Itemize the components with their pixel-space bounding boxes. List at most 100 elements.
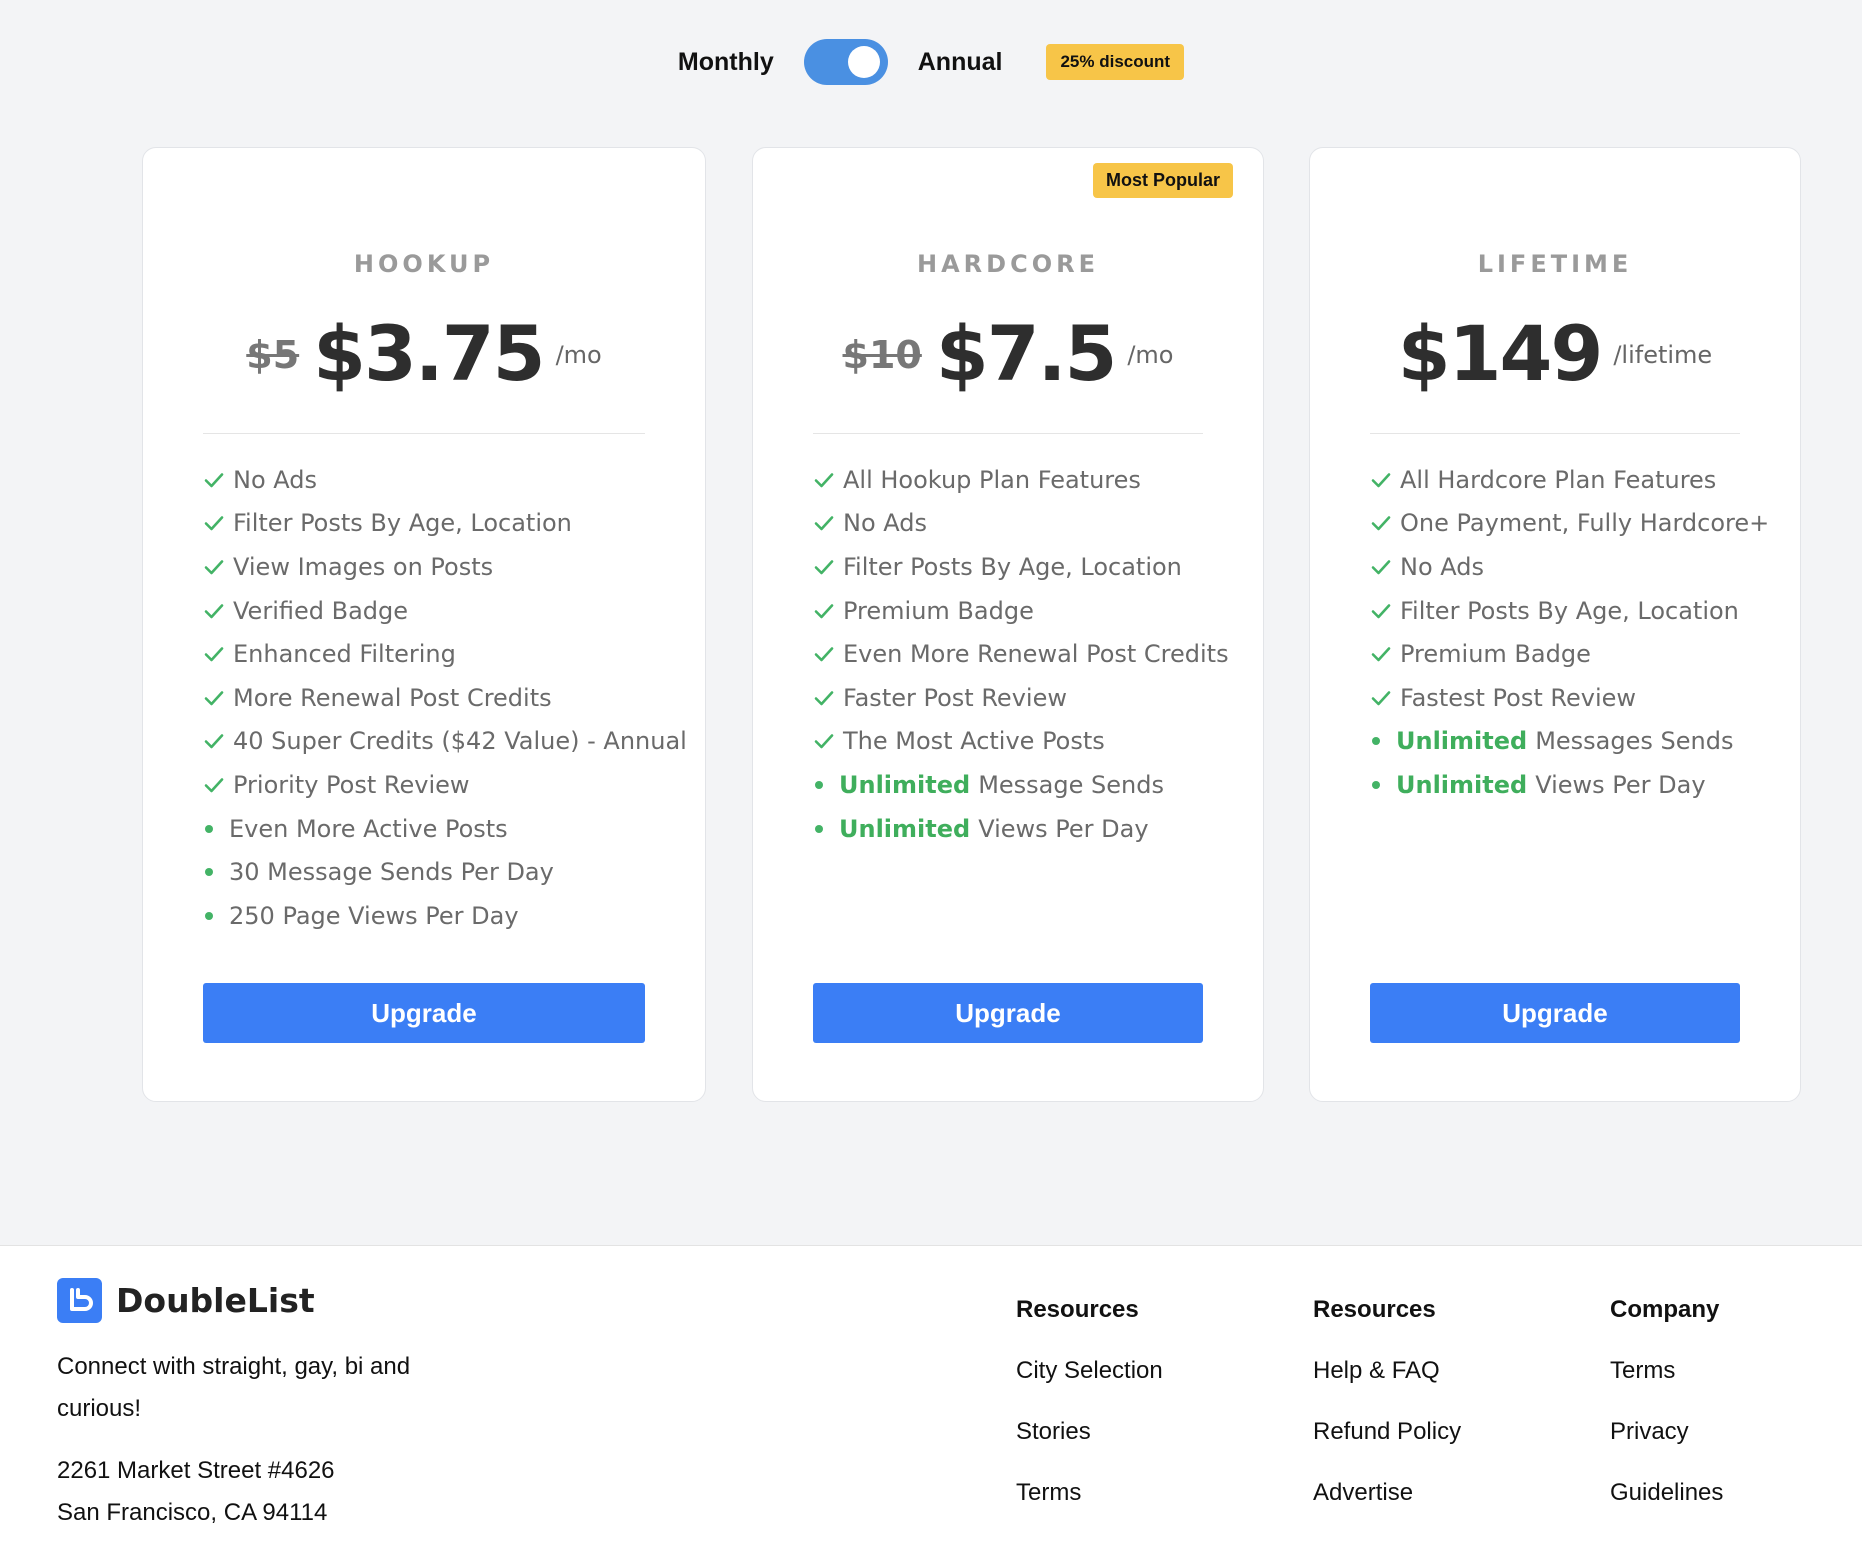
check-icon [814,560,834,575]
old-price: $10 [842,333,922,377]
dot-icon [815,824,823,833]
footer-tagline: Connect with straight, gay, bi and curio… [57,1353,411,1422]
feature-text: Even More Renewal Post Credits [843,640,1229,669]
check-icon [204,690,224,706]
feature-text: Message Sends [978,770,1164,799]
feature-list: All Hookup Plan Features No Ads Filter Pos… [813,458,1253,850]
footer-column-company: Company Terms Privacy Guidelines [1610,1296,1723,1540]
annual-label[interactable]: Annual [918,48,1003,77]
feature-highlight: Unlimited [839,770,971,799]
footer: DoubleList Connect with straight, gay, b… [0,1245,1862,1544]
divider [203,433,645,434]
dot-icon [815,780,823,789]
check-icon [1371,647,1391,662]
check-icon [814,472,834,488]
feature-item: No Ads [813,502,1253,546]
footer-column-resources: Resources City Selection Stories Terms [1016,1296,1163,1540]
price-period: /mo [555,341,602,369]
feature-text: 40 Super Credits ($42 Value) - Annual [233,727,687,756]
feature-text: More Renewal Post Credits [233,683,552,712]
feature-item: Faster Post Review [813,676,1253,720]
check-icon [204,472,224,488]
feature-item: Filter Posts By Age, Location [203,502,695,546]
price-row: $5 $3.75 /mo [143,308,705,398]
check-icon [204,603,224,618]
feature-item: 30 Message Sends Per Day [203,850,695,894]
feature-highlight: Unlimited [1396,727,1528,756]
feature-item: Fastest Post Review [1370,676,1790,720]
feature-text: Fastest Post Review [1400,683,1637,712]
divider [813,433,1203,434]
feature-item: Enhanced Filtering [203,632,695,676]
price: $3.75 [313,308,545,398]
address-line-2: San Francisco, CA 94114 [57,1499,328,1526]
feature-text: Enhanced Filtering [233,640,456,669]
footer-link-guidelines[interactable]: Guidelines [1610,1479,1723,1506]
feature-text: Verified Badge [233,596,409,625]
feature-item: All Hookup Plan Features [813,458,1253,502]
feature-highlight: Unlimited [1396,770,1528,799]
check-icon [204,734,224,749]
most-popular-badge: Most Popular [1092,163,1233,198]
plan-card-lifetime: LIFETIME $149 /lifetime All Hardcore Pla… [1309,147,1801,1102]
feature-item: The Most Active Posts [813,720,1253,764]
feature-item: Premium Badge [1370,632,1790,676]
feature-text: No Ads [843,509,927,538]
divider [1370,433,1740,434]
price: $149 [1397,308,1604,398]
feature-text: Premium Badge [843,596,1034,625]
feature-item: Verified Badge [203,589,695,633]
check-icon [814,647,834,662]
price-row: $10 $7.5 /mo [753,308,1263,398]
footer-brand[interactable]: DoubleList [57,1278,315,1323]
plan-name: HOOKUP [353,250,495,278]
feature-text: Views Per Day [1535,770,1706,799]
footer-link-advertise[interactable]: Advertise [1313,1479,1461,1506]
discount-badge: 25% discount [1046,44,1185,80]
footer-link-stories[interactable]: Stories [1016,1418,1163,1445]
feature-text: Messages Sends [1535,727,1734,756]
footer-link-terms[interactable]: Terms [1016,1479,1163,1506]
footer-link-refund-policy[interactable]: Refund Policy [1313,1418,1461,1445]
footer-column-title: Resources [1016,1296,1139,1323]
check-icon [814,734,834,749]
upgrade-button[interactable]: Upgrade [813,983,1203,1043]
footer-link-privacy[interactable]: Privacy [1610,1418,1723,1445]
feature-list: No Ads Filter Posts By Age, Location View … [203,458,695,938]
feature-item: Premium Badge [813,589,1253,633]
feature-item: Unlimited Views Per Day [813,807,1253,851]
plan-name: HARDCORE [917,250,1099,278]
feature-item: Filter Posts By Age, Location [1370,589,1790,633]
address-line-1: 2261 Market Street #4626 [57,1457,335,1484]
footer-link-help-faq[interactable]: Help & FAQ [1313,1357,1461,1384]
check-icon [814,603,834,618]
feature-highlight: Unlimited [839,814,971,843]
check-icon [204,647,224,662]
feature-text: Filter Posts By Age, Location [843,552,1182,581]
upgrade-button[interactable]: Upgrade [203,983,645,1043]
feature-item: Priority Post Review [203,763,695,807]
dot-icon [205,911,213,920]
billing-period-switch[interactable] [803,39,888,85]
dot-icon [205,824,213,833]
feature-item: Unlimited Messages Sends [1370,720,1790,764]
footer-link-city-selection[interactable]: City Selection [1016,1357,1163,1384]
feature-text: Filter Posts By Age, Location [1400,596,1739,625]
plan-card-hookup: HOOKUP $5 $3.75 /mo No Ads Filter Posts B… [142,147,706,1102]
feature-item: View Images on Posts [203,545,695,589]
feature-text: Views Per Day [978,814,1149,843]
monthly-label[interactable]: Monthly [678,48,774,77]
upgrade-button[interactable]: Upgrade [1370,983,1740,1043]
check-icon [204,778,224,793]
footer-link-terms-company[interactable]: Terms [1610,1357,1723,1384]
feature-text: Even More Active Posts [229,814,508,843]
feature-item: Even More Renewal Post Credits [813,632,1253,676]
dot-icon [205,868,213,877]
billing-toggle-bar: Monthly Annual 25% discount [0,38,1862,86]
footer-column-title: Company [1610,1296,1720,1323]
feature-item: Unlimited Views Per Day [1370,763,1790,807]
plan-card-hardcore: Most Popular HARDCORE $10 $7.5 /mo All H… [752,147,1264,1102]
feature-list: All Hardcore Plan Features One Payment, F… [1370,458,1790,807]
check-icon [204,560,224,575]
footer-column-title: Resources [1313,1296,1436,1323]
